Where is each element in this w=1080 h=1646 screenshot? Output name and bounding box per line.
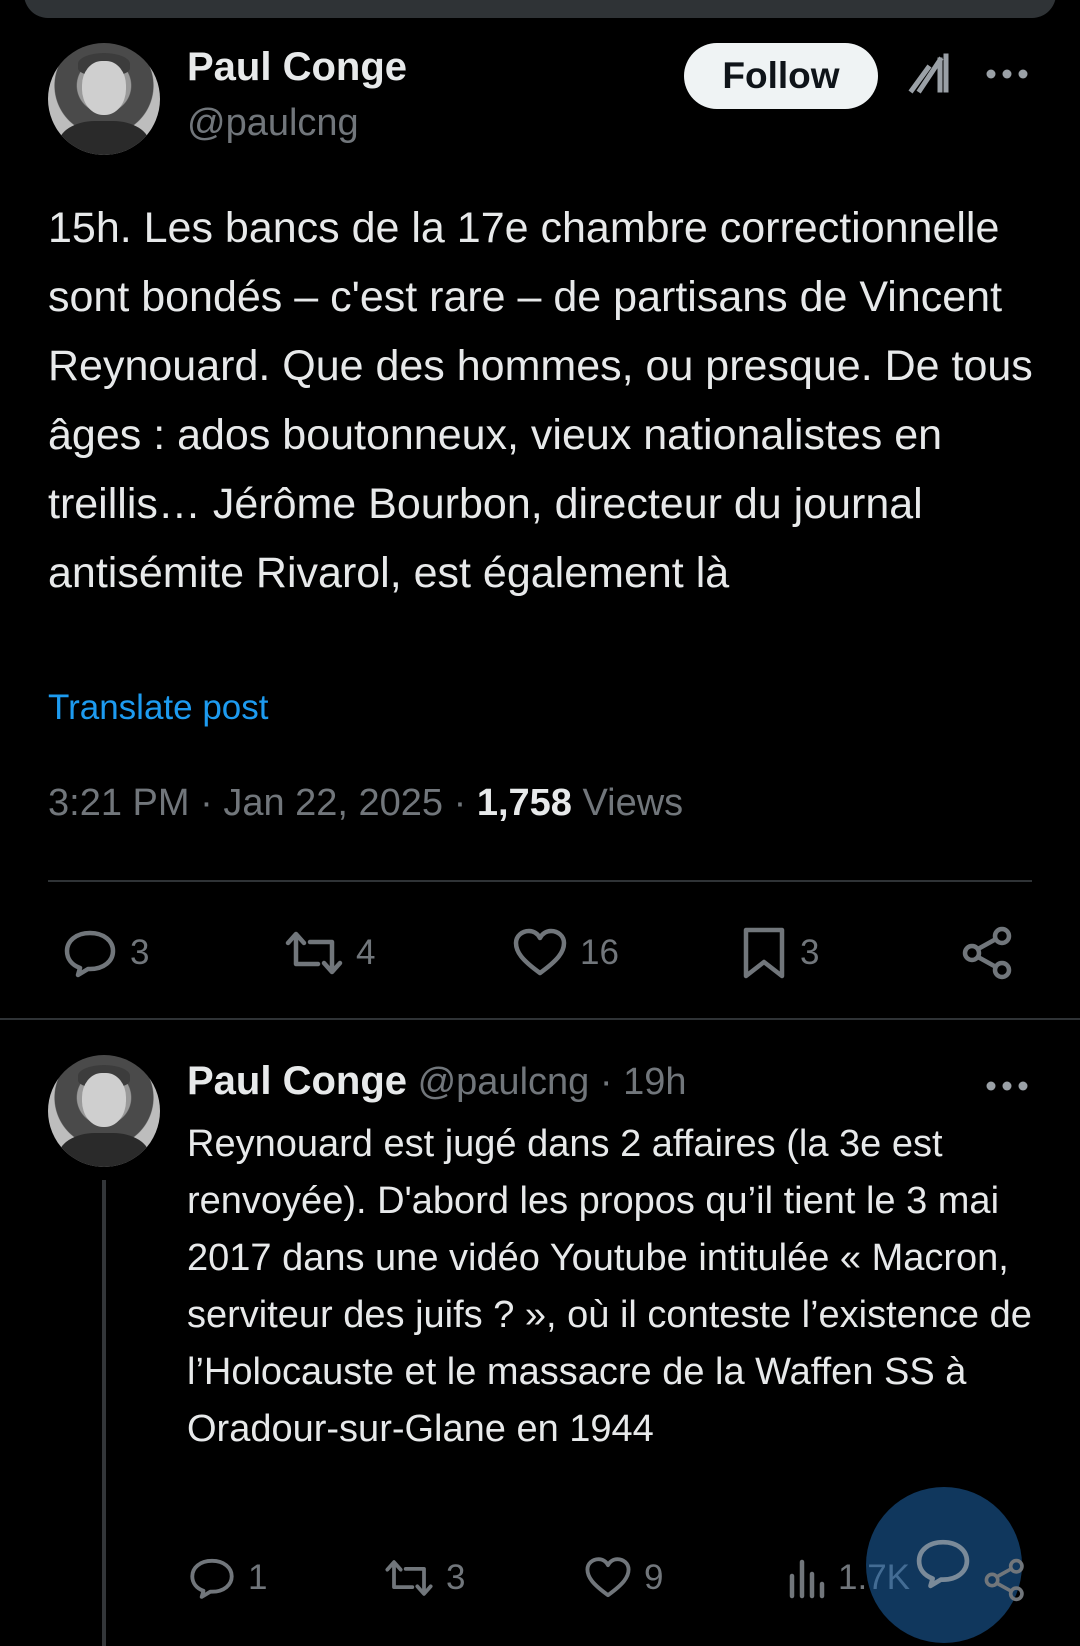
reply-icon xyxy=(64,930,116,978)
author-name[interactable]: Paul Conge xyxy=(187,45,407,90)
bookmark-icon xyxy=(743,927,785,979)
analytics-icon xyxy=(789,1559,825,1599)
avatar-body xyxy=(58,1133,150,1167)
reply-author-name[interactable]: Paul Conge xyxy=(187,1059,407,1103)
compose-reply-icon xyxy=(916,1539,970,1589)
share-icon xyxy=(962,926,1012,980)
views-count: 1,758 xyxy=(476,782,572,824)
repost-icon xyxy=(285,931,343,975)
reply-count: 3 xyxy=(130,933,150,972)
reply-author-handle[interactable]: @paulcng xyxy=(418,1061,590,1103)
more-icon[interactable] xyxy=(982,1068,1032,1104)
reply-header: Paul Conge @paulcng · 19h xyxy=(187,1059,686,1104)
avatar-body xyxy=(58,121,150,155)
reply-text: Reynouard est jugé dans 2 affaires (la 3… xyxy=(187,1123,1032,1450)
like-count: 16 xyxy=(580,933,619,972)
top-bar xyxy=(24,0,1056,18)
divider xyxy=(48,880,1032,882)
reply-reply-count: 1 xyxy=(248,1558,268,1597)
post-meta: 3:21 PM · Jan 22, 2025 · 1,758 Views xyxy=(48,782,683,825)
like-icon xyxy=(585,1557,631,1598)
meta-separator: · xyxy=(200,782,224,824)
bookmark-count: 3 xyxy=(800,933,820,972)
bookmark-button[interactable]: 3 xyxy=(740,926,819,980)
author-handle[interactable]: @paulcng xyxy=(187,102,359,145)
avatar-face xyxy=(82,1073,126,1127)
grok-icon[interactable] xyxy=(904,48,956,100)
reply-age[interactable]: 19h xyxy=(623,1061,686,1103)
share-button[interactable] xyxy=(962,926,1026,980)
like-icon xyxy=(513,928,567,976)
reply-button[interactable]: 3 xyxy=(62,928,149,978)
reply-avatar[interactable] xyxy=(48,1055,160,1167)
thread-line xyxy=(102,1180,106,1646)
reply-share-button[interactable] xyxy=(982,1556,1028,1604)
repost-button[interactable]: 4 xyxy=(284,928,375,978)
share-icon xyxy=(984,1558,1024,1602)
follow-button[interactable]: Follow xyxy=(684,43,878,109)
reply-repost-count: 3 xyxy=(446,1558,466,1597)
repost-count: 4 xyxy=(356,933,376,972)
repost-icon xyxy=(385,1560,433,1596)
reply-icon xyxy=(190,1558,234,1599)
avatar[interactable] xyxy=(48,43,160,155)
section-divider xyxy=(0,1018,1080,1020)
meta-separator: · xyxy=(453,782,477,824)
reply-like-button[interactable]: 9 xyxy=(584,1556,663,1600)
post-text: 15h. Les bancs de la 17e chambre correct… xyxy=(48,204,1033,597)
like-button[interactable]: 16 xyxy=(512,928,619,978)
post-date[interactable]: Jan 22, 2025 xyxy=(223,782,443,824)
translate-post-link[interactable]: Translate post xyxy=(48,688,268,728)
avatar-face xyxy=(82,61,126,115)
reply-repost-button[interactable]: 3 xyxy=(384,1556,465,1600)
reply-reply-button[interactable]: 1 xyxy=(188,1556,267,1600)
meta-separator: · xyxy=(599,1061,624,1103)
views-label: Views xyxy=(582,782,684,824)
reply-like-count: 9 xyxy=(644,1558,664,1597)
post-time[interactable]: 3:21 PM xyxy=(48,782,190,824)
more-icon[interactable] xyxy=(982,56,1032,92)
